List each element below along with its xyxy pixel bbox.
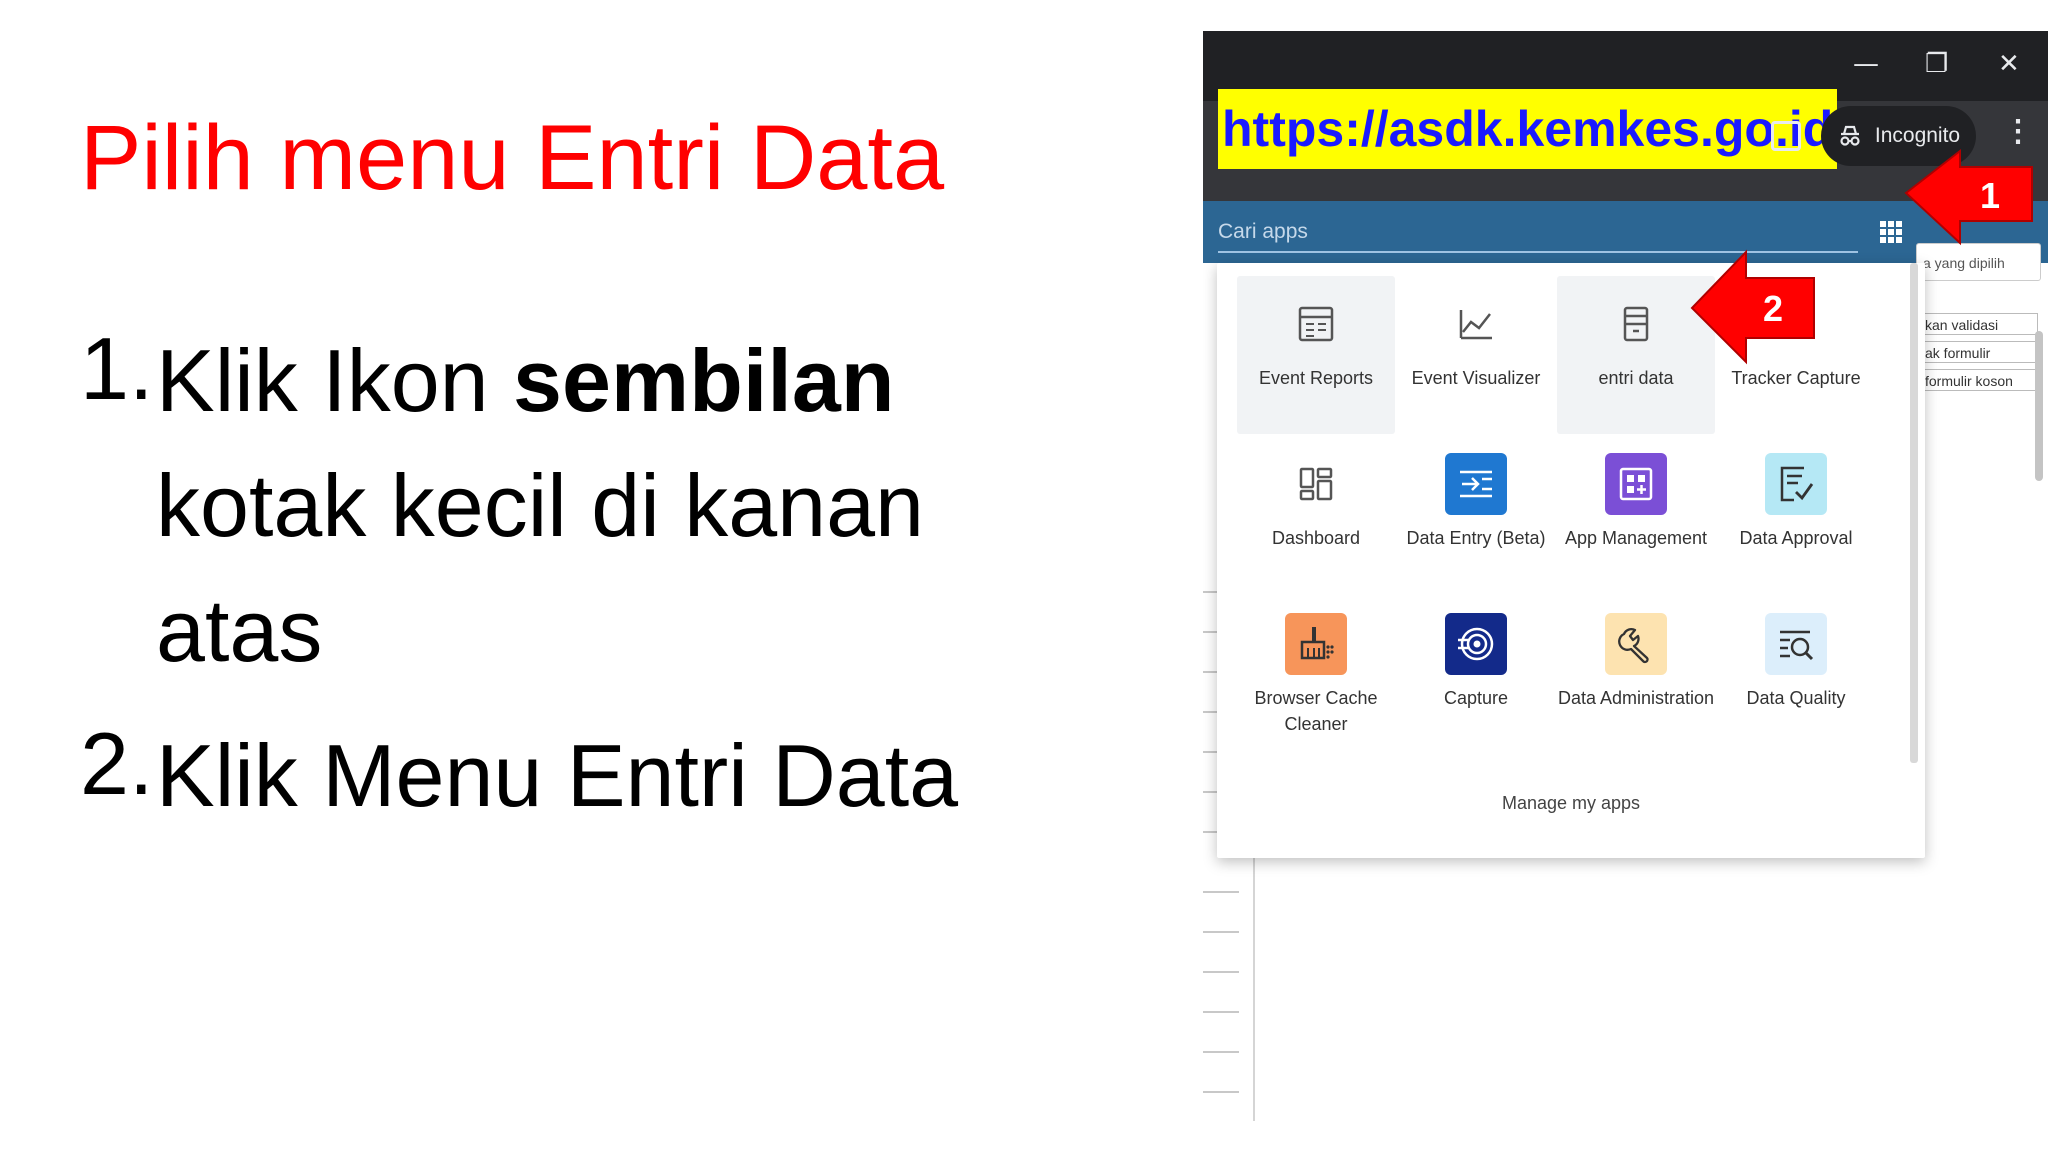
app-label: Browser Cache Cleaner [1254,688,1378,734]
incognito-icon [1840,125,1860,146]
table-row-line [1203,891,1239,893]
instruction-step-2: 2. Klik Menu Entri Data [80,713,980,838]
app-label: Data Entry (Beta) [1406,528,1546,548]
table-row-line [1203,971,1239,973]
app-data-quality[interactable]: Data Quality [1717,596,1875,754]
annotation-arrow-2-label: 2 [1763,288,1783,329]
app-label: entri data [1598,368,1674,388]
step-number: 2. [80,714,154,813]
print-form-button[interactable]: ak formulir [1918,341,2038,363]
app-label: App Management [1564,528,1708,548]
page-scrollbar[interactable] [2035,331,2043,481]
minimize-icon[interactable]: — [1853,49,1879,79]
annotation-arrow-2: 2 [1690,249,1815,365]
app-browser-cache-cleaner[interactable]: Browser Cache Cleaner [1237,596,1395,754]
entri-data-icon [1605,293,1667,355]
empty-form-button[interactable]: formulir koson [1918,369,2038,391]
capture-icon [1445,613,1507,675]
app-label: Data Quality [1746,688,1846,708]
restore-icon[interactable]: ❐ [1925,49,1948,79]
step-text-bold: sembilan [513,331,895,430]
dashboard-icon [1285,453,1347,515]
event-visualizer-icon [1445,293,1507,355]
data-quality-icon [1765,613,1827,675]
app-data-entry-beta[interactable]: Data Entry (Beta) [1397,436,1555,594]
tab-search-icon[interactable] [1771,121,1801,151]
step-number: 1. [80,319,154,418]
apps-menu: Event Reports Event Visualizer entri dat… [1217,263,1925,858]
app-label: Event Visualizer [1411,368,1541,388]
app-label: Tracker Capture [1731,368,1861,388]
app-event-visualizer[interactable]: Event Visualizer [1397,276,1555,434]
manage-my-apps-link[interactable]: Manage my apps [1217,793,1925,814]
app-capture[interactable]: Capture [1397,596,1555,754]
apps-menu-scrollbar[interactable] [1910,263,1918,763]
event-reports-icon [1285,293,1347,355]
app-app-management[interactable]: App Management [1557,436,1715,594]
data-entry-icon [1445,453,1507,515]
data-administration-icon [1605,613,1667,675]
app-data-administration[interactable]: Data Administration [1557,596,1715,754]
step-text-post: kotak kecil di kanan atas [156,456,924,680]
step-text-pre: Klik Ikon [156,331,514,430]
app-label: Dashboard [1271,528,1361,548]
step-text: Klik Menu Entri Data [156,726,959,825]
app-label: Capture [1443,688,1509,708]
url-callout: https://asdk.kemkes.go.id [1218,89,1838,169]
validation-button[interactable]: kan validasi [1918,313,2038,335]
table-row-line [1203,1091,1239,1093]
app-dashboard[interactable]: Dashboard [1237,436,1395,594]
data-approval-icon [1765,453,1827,515]
app-event-reports[interactable]: Event Reports [1237,276,1395,434]
instruction-list: 1. Klik Ikon sembilan kotak kecil di kan… [80,318,980,838]
app-management-icon [1605,453,1667,515]
browser-cache-cleaner-icon [1285,613,1347,675]
annotation-arrow-1-label: 1 [1980,175,2000,216]
close-icon[interactable]: ✕ [1998,49,2020,79]
table-row-line [1203,1011,1239,1013]
slide-title: Pilih menu Entri Data [80,107,945,209]
app-data-approval[interactable]: Data Approval [1717,436,1875,594]
app-label: Data Administration [1557,688,1715,708]
table-row-line [1203,931,1239,933]
step-text: Klik Ikon sembilan kotak kecil di kanan … [156,318,936,693]
apps-grid-icon[interactable] [1880,221,1902,243]
app-label: Event Reports [1258,368,1374,388]
instruction-step-1: 1. Klik Ikon sembilan kotak kecil di kan… [80,318,980,693]
annotation-arrow-1: 1 [1904,148,2033,246]
table-row-line [1203,1051,1239,1053]
browser-menu-icon[interactable]: ⋮ [2003,117,2033,147]
app-label: Data Approval [1739,528,1853,548]
search-apps-input[interactable] [1218,213,1858,253]
